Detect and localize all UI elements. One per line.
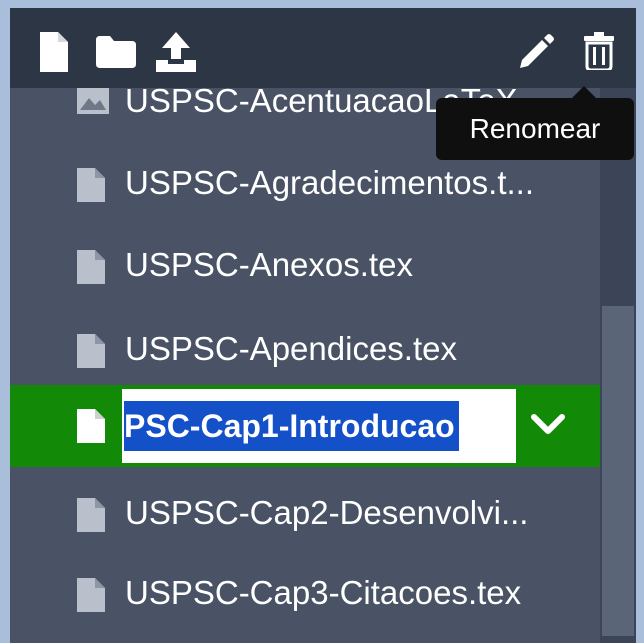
new-folder-icon[interactable] bbox=[96, 36, 136, 68]
file-row[interactable]: USPSC-Anexos.tex bbox=[10, 222, 600, 308]
rename-tooltip: Renomear bbox=[436, 86, 634, 160]
file-name: USPSC-Apendices.tex bbox=[125, 330, 457, 367]
vertical-scrollbar[interactable] bbox=[600, 88, 636, 643]
file-tree: USPSC-AcentuacaoLaTeX USPSC-Agradeciment… bbox=[10, 88, 600, 643]
confirm-rename-chevron-icon[interactable] bbox=[530, 409, 566, 439]
file-icon bbox=[77, 250, 105, 284]
file-tree-toolbar bbox=[10, 8, 636, 88]
file-icon bbox=[77, 168, 105, 202]
file-icon bbox=[77, 578, 105, 612]
trash-icon[interactable] bbox=[584, 32, 614, 70]
pencil-icon[interactable] bbox=[518, 34, 554, 70]
rename-input[interactable]: PSC-Cap1-Introducao bbox=[122, 389, 516, 463]
rename-input-selected-text: PSC-Cap1-Introducao bbox=[124, 401, 459, 451]
file-row[interactable]: USPSC-Cap3-Citacoes.tex bbox=[10, 550, 600, 636]
file-row-selected[interactable]: PSC-Cap1-Introducao bbox=[10, 385, 600, 467]
file-name: USPSC-Anexos.tex bbox=[125, 246, 413, 283]
scrollbar-thumb[interactable] bbox=[602, 306, 634, 636]
file-name: USPSC-Cap3-Citacoes.tex bbox=[125, 574, 522, 611]
new-file-icon[interactable] bbox=[38, 32, 70, 72]
file-row[interactable]: USPSC-Apendices.tex bbox=[10, 306, 600, 392]
file-icon bbox=[77, 409, 105, 443]
upload-icon[interactable] bbox=[156, 32, 196, 72]
file-icon bbox=[77, 334, 105, 368]
file-icon bbox=[77, 498, 105, 532]
image-file-icon bbox=[77, 88, 109, 114]
file-row[interactable]: USPSC-Cap2-Desenvolvi... bbox=[10, 470, 600, 556]
file-name: USPSC-Cap2-Desenvolvi... bbox=[125, 494, 529, 531]
